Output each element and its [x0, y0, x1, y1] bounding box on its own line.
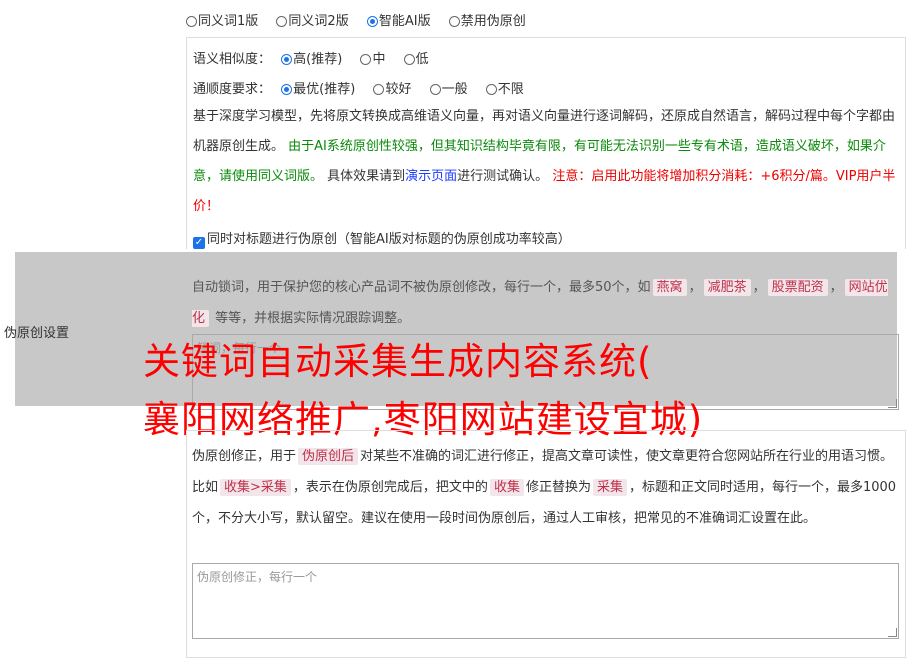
version-option-2[interactable]: 同义词2版 — [276, 10, 349, 29]
fluency-good[interactable]: 较好 — [373, 78, 411, 97]
example-tag: 采集 — [592, 479, 627, 496]
radio-icon[interactable] — [485, 84, 497, 95]
fix-description: 伪原创修正，用于 伪原创后 对某些不准确的词汇进行修正，提高文章可读性，使文章更符合… — [192, 448, 897, 526]
example-tag: 减肥茶 — [703, 279, 751, 296]
fluency-label: 通顺度要求： — [193, 82, 272, 97]
fluency-row: 通顺度要求： 最优(推荐) 较好 一般 不限 — [193, 78, 538, 97]
similarity-low[interactable]: 低 — [403, 48, 429, 67]
fix-words-textarea[interactable]: 伪原创修正，每行一个 — [192, 563, 899, 639]
fluency-any[interactable]: 不限 — [485, 78, 524, 97]
radio-selected-icon[interactable] — [366, 16, 378, 27]
version-option-1[interactable]: 同义词1版 — [186, 10, 258, 29]
lock-words-description: 自动锁词，用于保护您的核心产品词不被伪原创修改，每行一个，最多50个，如 燕窝，减… — [192, 279, 888, 327]
example-tag: 收集>采集 — [220, 479, 291, 496]
radio-icon[interactable] — [186, 16, 197, 27]
ai-description: 基于深度学习模型，先将原文转换成高维语义向量，再对语义向量进行逐词解码，还原成自… — [193, 109, 896, 214]
example-tag: 燕窝 — [652, 279, 687, 296]
radio-selected-icon[interactable] — [281, 54, 293, 65]
similarity-high[interactable]: 高(推荐) — [281, 48, 342, 67]
radio-icon[interactable] — [448, 16, 460, 27]
example-tag: 股票配资 — [767, 279, 828, 296]
version-option-disable[interactable]: 禁用伪原创 — [448, 10, 526, 29]
fluency-best[interactable]: 最优(推荐) — [281, 78, 355, 97]
title-checkbox-row[interactable]: ✓ 同时对标题进行伪原创（智能AI版对标题的伪原创成功率较高） — [193, 228, 571, 249]
checkbox-checked-icon[interactable]: ✓ — [193, 237, 205, 249]
example-tag: 伪原创后 — [298, 448, 359, 465]
radio-icon[interactable] — [276, 16, 288, 27]
similarity-label: 语义相似度： — [193, 52, 272, 67]
similarity-mid[interactable]: 中 — [360, 48, 385, 67]
example-tag: 收集 — [489, 479, 524, 496]
resize-handle-icon[interactable] — [888, 628, 897, 637]
section-label: 伪原创设置 — [4, 326, 70, 341]
title-checkbox-label: 同时对标题进行伪原创（智能AI版对标题的伪原创成功率较高） — [207, 232, 571, 247]
radio-icon[interactable] — [403, 54, 415, 65]
resize-handle-icon[interactable] — [888, 399, 897, 408]
fluency-normal[interactable]: 一般 — [429, 78, 468, 97]
radio-icon[interactable] — [429, 84, 441, 95]
radio-icon[interactable] — [360, 54, 372, 65]
radio-selected-icon[interactable] — [281, 84, 293, 95]
radio-icon[interactable] — [373, 84, 385, 95]
version-option-ai[interactable]: 智能AI版 — [366, 10, 431, 29]
similarity-row: 语义相似度： 高(推荐) 中 低 — [193, 48, 443, 67]
version-radio-group: 同义词1版 同义词2版 智能AI版 禁用伪原创 — [186, 10, 540, 29]
ai-settings-panel: 语义相似度： 高(推荐) 中 低 通顺度要求： 最优(推荐) 较好 一般 不限 … — [186, 37, 906, 249]
fix-words-placeholder: 伪原创修正，每行一个 — [197, 570, 318, 584]
demo-page-link[interactable]: 演示页面 — [405, 169, 457, 184]
